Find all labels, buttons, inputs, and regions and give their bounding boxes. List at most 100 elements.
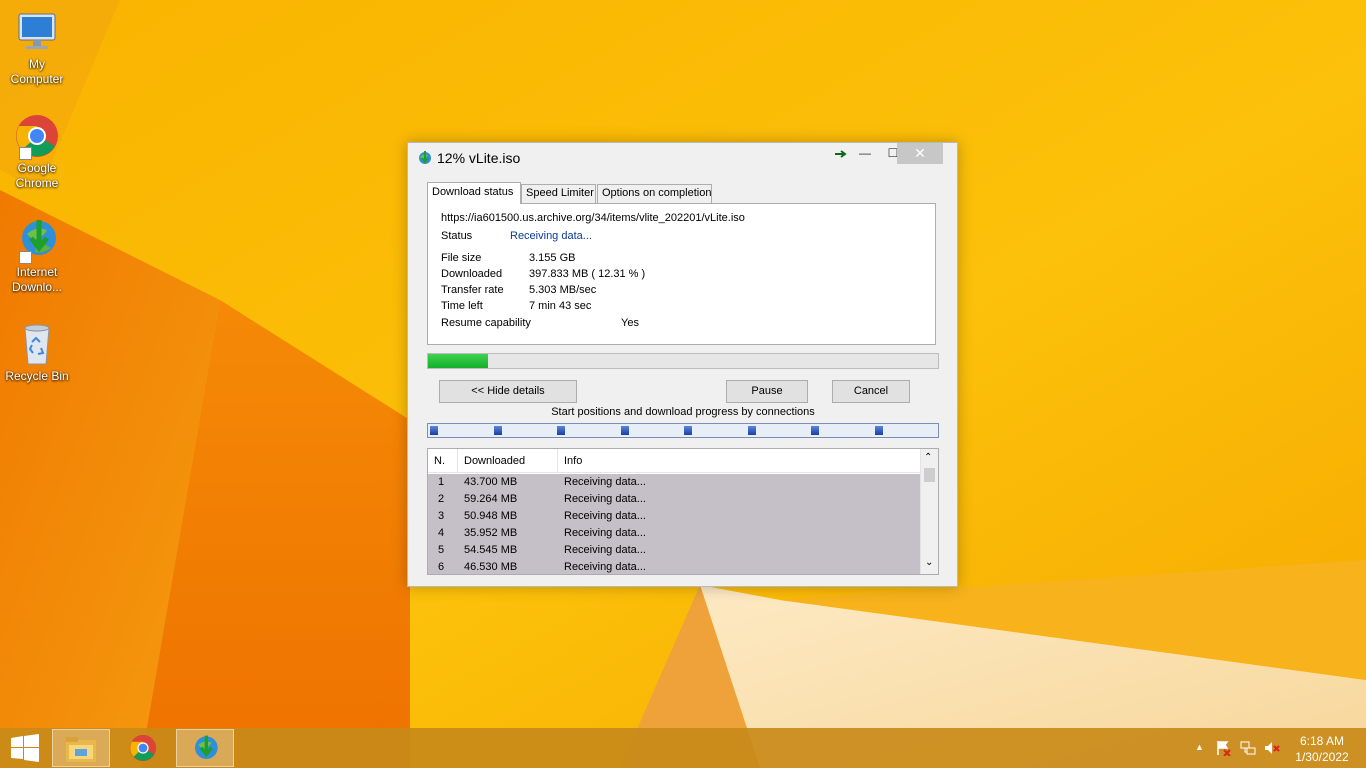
file-size-label: File size (441, 252, 482, 264)
table-row[interactable]: 2 59.264 MB Receiving data... (428, 491, 920, 508)
pause-button[interactable]: Pause (726, 380, 808, 403)
connection-start-marker (621, 426, 629, 435)
table-row[interactable]: 3 50.948 MB Receiving data... (428, 508, 920, 525)
row-downloaded: 35.952 MB (464, 527, 518, 539)
desktop-icon-label: Computer (10, 72, 64, 86)
scroll-up-icon[interactable]: ⌃ (924, 452, 932, 463)
row-number: 4 (438, 527, 445, 539)
tab-options-on-completion[interactable]: Options on completion (597, 184, 712, 203)
row-number: 5 (438, 544, 445, 556)
desktop-icon-internet-download-manager[interactable]: Internet Downlo... (4, 216, 70, 295)
desktop-icon-label: Downlo... (11, 280, 63, 294)
shortcut-arrow-icon (19, 147, 32, 160)
window-titlebar[interactable]: 12% vLite.iso — ☐ ✕ (408, 143, 957, 173)
row-downloaded: 54.545 MB (464, 544, 518, 556)
connection-start-marker (875, 426, 883, 435)
download-url: https://ia601500.us.archive.org/34/items… (441, 212, 745, 224)
downloaded-label: Downloaded (441, 268, 503, 280)
desktop-icon-google-chrome[interactable]: Google Chrome (4, 112, 70, 191)
desktop-icon-my-computer[interactable]: My Computer (4, 8, 70, 87)
windows-logo-icon (11, 734, 39, 762)
tab-speed-limiter[interactable]: Speed Limiter (521, 184, 596, 203)
time-left-label: Time left (441, 300, 483, 312)
idm-app-icon (416, 150, 432, 166)
time-left-value: 7 min 43 sec (529, 300, 592, 312)
file-size-value: 3.155 GB (529, 252, 576, 264)
scrollbar-thumb[interactable] (924, 468, 935, 482)
idm-icon (195, 735, 218, 759)
row-info: Receiving data... (564, 544, 646, 556)
connection-start-marker (684, 426, 692, 435)
resume-capability-label: Resume capability (441, 317, 531, 329)
row-info: Receiving data... (564, 561, 646, 573)
connections-caption: Start positions and download progress by… (551, 406, 815, 418)
chrome-icon (13, 112, 61, 160)
row-downloaded: 46.530 MB (464, 561, 518, 573)
recycle-bin-icon (13, 320, 61, 368)
table-row[interactable]: 5 54.545 MB Receiving data... (428, 542, 920, 559)
row-downloaded: 59.264 MB (464, 493, 518, 505)
start-button[interactable] (0, 729, 50, 767)
clock-time[interactable]: 6:18 AM (1287, 734, 1357, 748)
desktop-icon-recycle-bin[interactable]: Recycle Bin (4, 320, 70, 384)
list-header: N. Downloaded Info (428, 449, 920, 473)
row-info: Receiving data... (564, 493, 646, 505)
status-label: Status (441, 230, 473, 242)
connection-start-marker (557, 426, 565, 435)
table-row[interactable]: 1 43.700 MB Receiving data... (428, 474, 920, 491)
column-header-info[interactable]: Info (564, 455, 582, 467)
close-button[interactable]: ✕ (897, 143, 943, 164)
row-info: Receiving data... (564, 527, 646, 539)
connection-start-marker (811, 426, 819, 435)
clock-date[interactable]: 1/30/2022 (1287, 750, 1357, 764)
tab-download-status[interactable]: Download status (427, 182, 521, 204)
transfer-rate-label: Transfer rate (441, 284, 504, 296)
hide-details-button[interactable]: << Hide details (439, 380, 577, 403)
connections-list[interactable]: N. Downloaded Info 1 43.700 MB Receiving… (427, 448, 939, 575)
resume-capability-value: Yes (621, 317, 639, 329)
download-progress-fill (428, 354, 488, 368)
column-separator (457, 449, 458, 473)
column-header-n[interactable]: N. (434, 455, 445, 467)
column-separator (557, 449, 558, 473)
window-title: 12% vLite.iso (437, 150, 521, 166)
downloaded-value: 397.833 MB ( 12.31 % ) (529, 268, 646, 280)
network-icon[interactable] (1240, 740, 1256, 759)
row-info: Receiving data... (564, 510, 646, 522)
chrome-icon (129, 734, 157, 762)
desktop-icon-label: Google (17, 161, 57, 175)
table-row[interactable]: 6 46.530 MB Receiving data... (428, 559, 920, 574)
row-number: 6 (438, 561, 445, 573)
taskbar-internet-download-manager[interactable] (176, 729, 234, 767)
shortcut-arrow-icon (19, 251, 32, 264)
desktop-icon-label: Internet (16, 265, 58, 279)
action-center-flag-icon[interactable] (1215, 740, 1231, 759)
row-downloaded: 43.700 MB (464, 476, 518, 488)
taskbar-chrome[interactable] (114, 729, 172, 767)
connection-start-marker (748, 426, 756, 435)
minimize-button[interactable]: — (856, 143, 874, 164)
volume-muted-icon[interactable] (1264, 740, 1280, 759)
table-row[interactable]: 4 35.952 MB Receiving data... (428, 525, 920, 542)
taskbar-file-explorer[interactable] (52, 729, 110, 767)
idm-icon (13, 216, 61, 264)
download-progress-bar (427, 353, 939, 369)
folder-icon (66, 737, 96, 762)
transfer-rate-value: 5.303 MB/sec (529, 284, 597, 296)
arrow-pin-icon[interactable] (831, 143, 851, 164)
desktop-icon-label: Recycle Bin (5, 369, 69, 383)
row-number: 3 (438, 510, 445, 522)
list-body: 1 43.700 MB Receiving data... 2 59.264 M… (428, 474, 920, 574)
show-hidden-icons-icon[interactable]: ▲ (1195, 742, 1204, 752)
column-header-downloaded[interactable]: Downloaded (464, 455, 525, 467)
my-computer-icon (13, 8, 61, 56)
cancel-button[interactable]: Cancel (832, 380, 910, 403)
row-number: 1 (438, 476, 445, 488)
vertical-scrollbar[interactable]: ⌃ ⌄ (920, 449, 938, 574)
download-progress-window[interactable]: 12% vLite.iso — ☐ ✕ Download status Spee… (407, 142, 958, 587)
scroll-down-icon[interactable]: ⌄ (925, 557, 933, 568)
download-status-panel: https://ia601500.us.archive.org/34/items… (427, 203, 936, 345)
desktop-icon-label: Chrome (15, 176, 59, 190)
status-value: Receiving data... (510, 230, 592, 242)
connection-start-marker (494, 426, 502, 435)
